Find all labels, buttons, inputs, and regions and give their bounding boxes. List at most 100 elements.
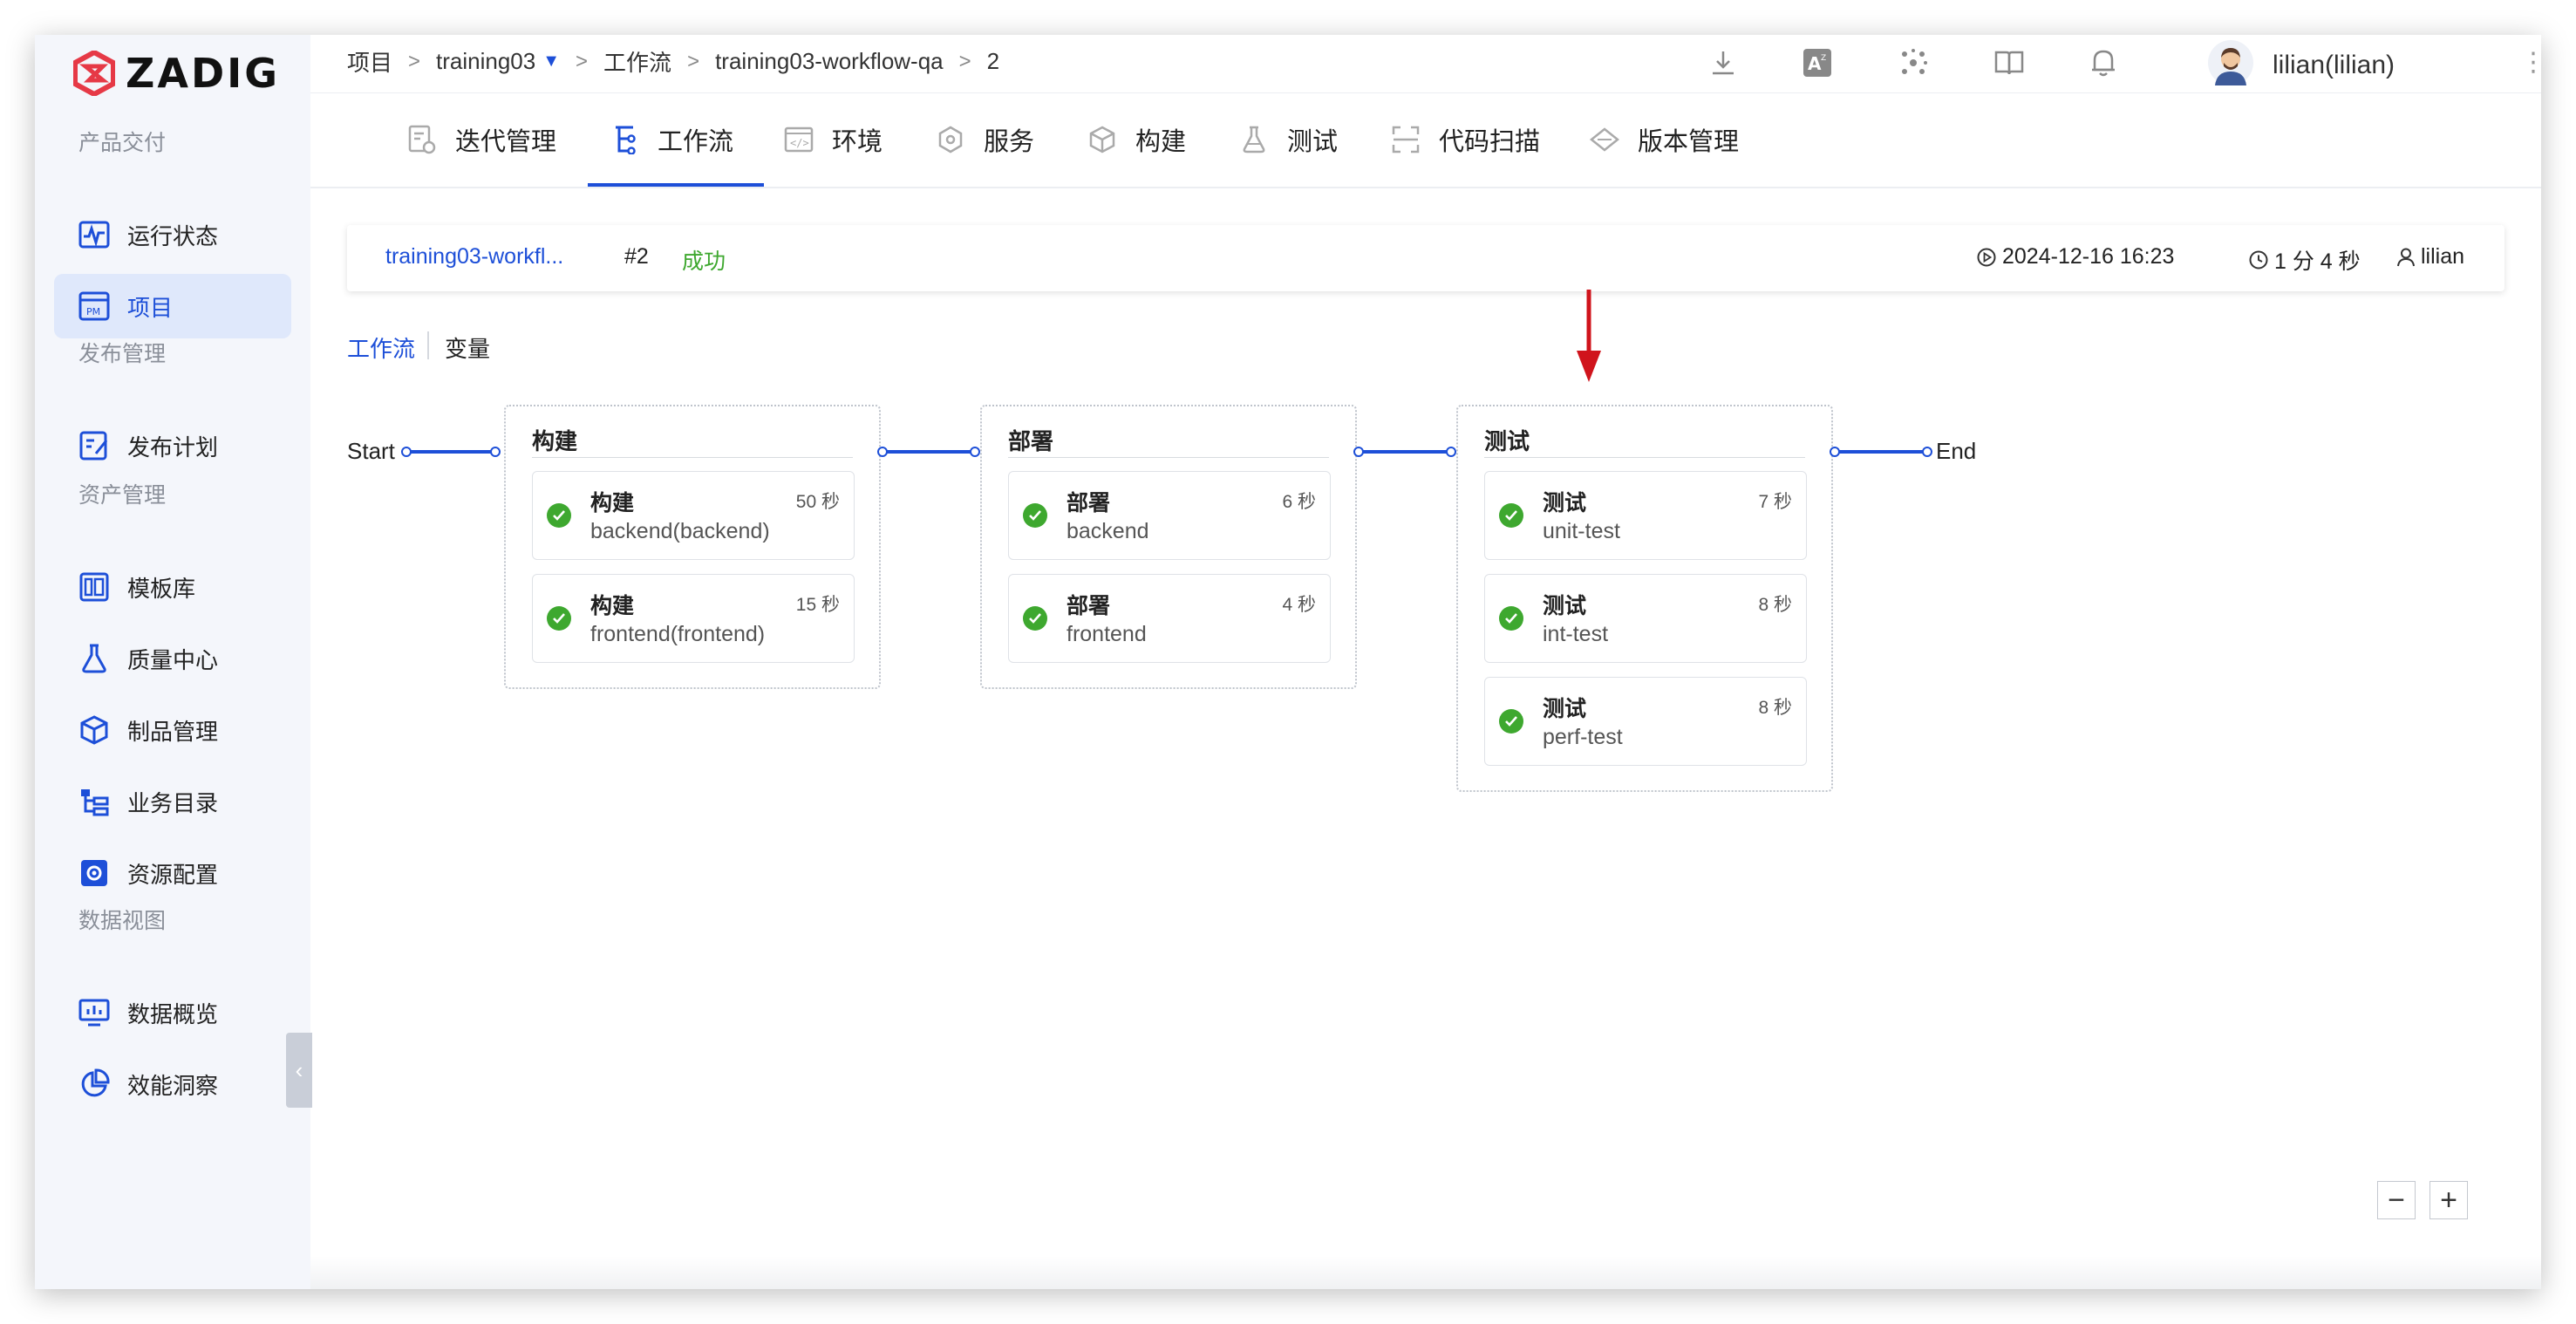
breadcrumb-item-projects[interactable]: 项目	[347, 45, 392, 78]
avatar	[2208, 40, 2253, 90]
sidebar-item-data-overview[interactable]: 数据概览	[54, 980, 291, 1045]
sidebar-item-label: 运行状态	[127, 222, 219, 249]
sidebar-item-business-catalog[interactable]: 业务目录	[54, 769, 291, 834]
view-tab-workflow[interactable]: 工作流	[347, 331, 415, 364]
tab-build[interactable]: 构建	[1087, 92, 1186, 187]
tab-version[interactable]: 版本管理	[1589, 92, 1739, 187]
connector-dot	[1830, 447, 1840, 457]
sidebar-item-resource-config[interactable]: 资源配置	[54, 841, 291, 905]
sidebar-item-label: 制品管理	[127, 718, 219, 745]
connector-dot	[877, 447, 888, 457]
tab-iteration[interactable]: 迭代管理	[406, 92, 556, 187]
project-tabs: 迭代管理 工作流 </> 环境 服务 构建 测试 代码扫描 版本管理	[310, 92, 2541, 188]
workflow-icon	[609, 124, 640, 155]
job-type: 部署	[1067, 594, 1111, 618]
breadcrumb-item-run: 2	[986, 48, 1000, 74]
sidebar-item-label: 项目	[127, 294, 174, 321]
sidebar-collapse-button[interactable]: ‹	[286, 1033, 312, 1108]
sidebar-item-label: 模板库	[127, 575, 196, 602]
pipeline-end-label: End	[1936, 438, 1977, 464]
breadcrumb-item-project[interactable]: training03	[436, 48, 535, 75]
connector-dot	[401, 447, 412, 457]
job-card[interactable]: 部署 backend 6 秒	[1008, 471, 1331, 560]
flask-icon	[77, 641, 112, 676]
connector-dot	[1922, 447, 1932, 457]
iteration-icon	[406, 124, 438, 155]
tab-code-scan[interactable]: 代码扫描	[1390, 92, 1540, 187]
workflow-name-link[interactable]: training03-workfl...	[385, 244, 563, 270]
connector-dot	[1446, 447, 1456, 457]
tab-environment[interactable]: </> 环境	[783, 92, 883, 187]
job-card[interactable]: 部署 frontend 4 秒	[1008, 574, 1331, 663]
breadcrumb-item-workflows[interactable]: 工作流	[603, 45, 671, 78]
cluster-icon[interactable]	[1896, 45, 1931, 80]
stage-divider	[532, 457, 853, 458]
build-cube-icon	[1087, 124, 1118, 155]
job-card[interactable]: 测试 unit-test 7 秒	[1484, 471, 1807, 560]
package-icon	[77, 713, 112, 747]
sidebar-item-quality-center[interactable]: 质量中心	[54, 626, 291, 691]
run-summary-bar: training03-workfl... #2 成功 2024-12-16 16…	[347, 225, 2504, 291]
tab-workflow[interactable]: 工作流	[609, 92, 733, 187]
tab-label: 版本管理	[1638, 128, 1740, 156]
job-type: 构建	[590, 491, 635, 515]
breadcrumb: 项目 > training03 ▼ > 工作流 > training03-wor…	[347, 45, 999, 78]
sidebar-item-efficiency-insight[interactable]: 效能洞察	[54, 1052, 291, 1116]
download-icon[interactable]	[1706, 45, 1741, 80]
user-menu[interactable]: lilian(lilian)	[2208, 40, 2395, 90]
tab-label: 服务	[984, 128, 1035, 156]
svg-text:</>: </>	[790, 137, 809, 149]
template-icon	[77, 570, 112, 604]
svg-text:Z: Z	[1821, 54, 1826, 63]
tab-label: 代码扫描	[1439, 128, 1541, 156]
job-card[interactable]: 构建 backend(backend) 50 秒	[532, 471, 855, 560]
breadcrumb-item-workflow[interactable]: training03-workflow-qa	[715, 48, 944, 75]
pulse-icon	[77, 217, 112, 252]
connector-start-build	[406, 450, 497, 454]
connector-deploy-test	[1359, 450, 1453, 454]
zoom-out-button[interactable]: −	[2377, 1181, 2416, 1219]
zoom-in-button[interactable]: +	[2429, 1181, 2468, 1219]
success-check-icon	[1499, 503, 1523, 528]
caret-down-icon[interactable]: ▼	[542, 51, 560, 72]
job-duration: 50 秒	[795, 492, 840, 512]
run-status-badge: 成功	[682, 249, 726, 274]
job-duration: 15 秒	[795, 595, 840, 615]
job-card[interactable]: 测试 int-test 8 秒	[1484, 574, 1807, 663]
sidebar-item-release-plan[interactable]: 发布计划	[54, 413, 291, 478]
connector-test-end	[1835, 450, 1929, 454]
job-card[interactable]: 构建 frontend(frontend) 15 秒	[532, 574, 855, 663]
tab-service[interactable]: 服务	[935, 92, 1034, 187]
section-title-delivery: 产品交付	[78, 131, 167, 155]
play-circle-icon	[1977, 248, 1996, 266]
more-vertical-icon[interactable]: ⋮	[2520, 47, 2541, 78]
chevron-left-icon: ‹	[295, 1056, 303, 1083]
docs-book-icon[interactable]	[1992, 45, 2027, 80]
success-check-icon	[547, 606, 571, 631]
job-card[interactable]: 测试 perf-test 8 秒	[1484, 677, 1807, 766]
job-name: frontend	[1067, 622, 1147, 646]
sidebar-item-artifact-management[interactable]: 制品管理	[54, 698, 291, 762]
run-start-time: 2024-12-16 16:23	[1976, 244, 2174, 270]
sidebar-item-label: 数据概览	[127, 1000, 219, 1027]
view-tab-variables[interactable]: 变量	[445, 331, 490, 364]
stage-build: 构建 构建 backend(backend) 50 秒 构建 frontend(…	[504, 405, 881, 689]
job-duration: 8 秒	[1758, 698, 1792, 718]
job-type: 测试	[1543, 491, 1587, 515]
tab-label: 构建	[1135, 128, 1187, 156]
job-name: backend	[1067, 519, 1149, 543]
zadig-logo[interactable]: ZADIG	[73, 47, 280, 99]
tab-test[interactable]: 测试	[1238, 92, 1338, 187]
release-plan-icon	[77, 428, 112, 463]
stage-test: 测试 测试 unit-test 7 秒 测试 int-test 8 秒 测试 p…	[1456, 405, 1833, 792]
user-name: lilian(lilian)	[2273, 50, 2395, 79]
sidebar-item-template-library[interactable]: 模板库	[54, 555, 291, 619]
breadcrumb-separator: >	[408, 49, 421, 73]
sidebar-item-run-status[interactable]: 运行状态	[54, 202, 291, 267]
sidebar-item-label: 资源配置	[127, 861, 219, 888]
translate-icon[interactable]: AZ	[1800, 45, 1835, 80]
tab-label: 环境	[832, 128, 883, 156]
sidebar-item-project[interactable]: PM 项目	[54, 274, 291, 338]
stage-divider	[1008, 457, 1329, 458]
bell-icon[interactable]	[2086, 45, 2121, 80]
